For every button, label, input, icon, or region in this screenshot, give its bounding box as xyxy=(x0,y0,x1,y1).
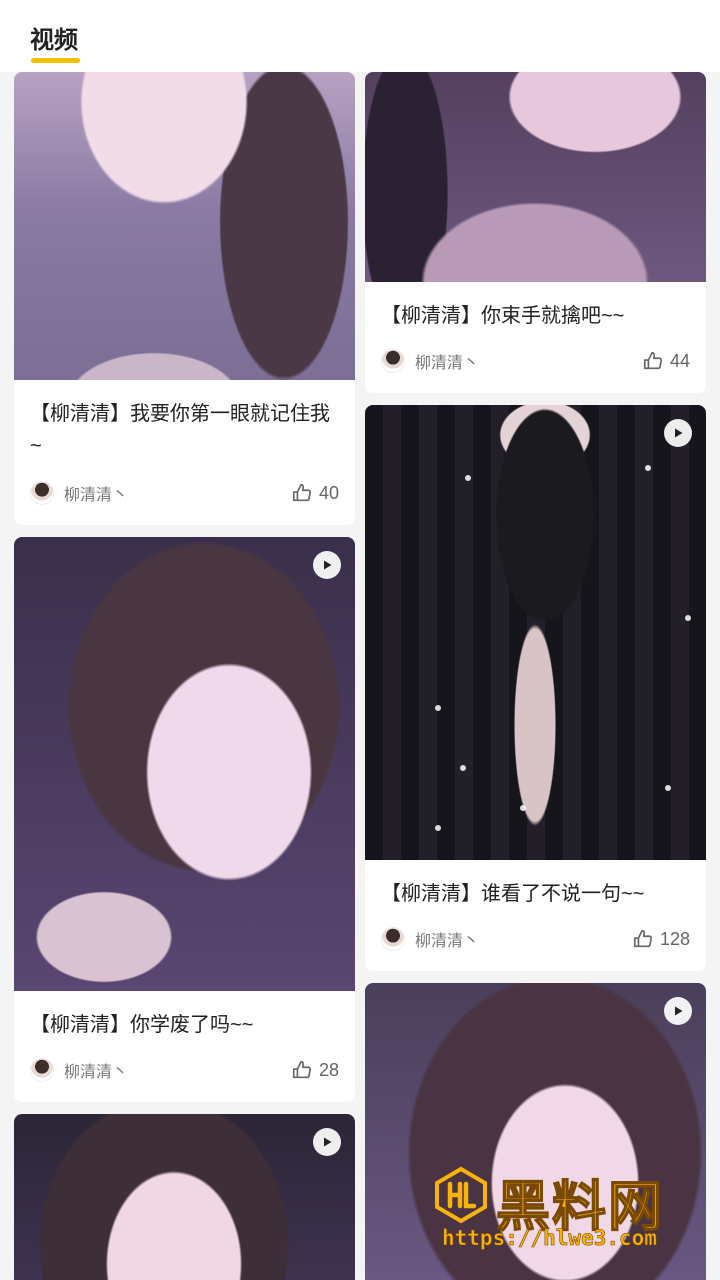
snow-particle xyxy=(520,805,526,811)
video-card[interactable]: 【柳清清】谁看了不说一句~~ 柳清清丶 128 xyxy=(365,405,706,971)
video-card[interactable]: 【柳清清】我要你第一眼就记住我~ 柳清清丶 40 xyxy=(14,72,355,525)
author-avatar[interactable] xyxy=(381,927,405,951)
video-thumbnail[interactable] xyxy=(365,72,706,282)
video-title[interactable]: 【柳清清】你束手就擒吧~~ xyxy=(381,300,692,332)
video-title[interactable]: 【柳清清】你学废了吗~~ xyxy=(30,1009,341,1041)
snow-particle xyxy=(435,825,441,831)
snow-particle xyxy=(465,475,471,481)
author-name[interactable]: 柳清清丶 xyxy=(415,927,632,951)
author-name[interactable]: 柳清清丶 xyxy=(415,349,642,373)
top-header: 视频 xyxy=(0,0,720,72)
play-icon[interactable] xyxy=(664,419,692,447)
like-count-value: 44 xyxy=(669,350,690,371)
video-card[interactable] xyxy=(14,1114,355,1280)
video-thumbnail[interactable] xyxy=(14,72,355,380)
watermark-url: https://hlwe3.com xyxy=(442,1226,658,1251)
video-title[interactable]: 【柳清清】谁看了不说一句~~ xyxy=(381,878,692,910)
author-avatar[interactable] xyxy=(30,481,54,505)
thumbs-up-icon xyxy=(292,483,311,502)
site-watermark: 黑料网 https://hlwe3.com xyxy=(432,1162,702,1258)
video-thumbnail[interactable] xyxy=(365,405,706,860)
tab-active-indicator xyxy=(31,58,80,63)
snow-particle xyxy=(685,615,691,621)
thumbs-up-icon xyxy=(633,929,652,948)
brand-logo-icon xyxy=(435,1166,487,1224)
like-count[interactable]: 44 xyxy=(642,350,690,372)
video-meta: 柳清清丶 128 xyxy=(381,924,690,954)
author-avatar[interactable] xyxy=(381,349,405,373)
snow-particle xyxy=(645,465,651,471)
video-thumbnail[interactable] xyxy=(14,1114,355,1280)
like-count-value: 128 xyxy=(659,928,690,949)
like-count[interactable]: 128 xyxy=(632,928,690,950)
thumbs-up-icon xyxy=(643,351,662,370)
like-count-value: 28 xyxy=(318,1059,339,1080)
like-count[interactable]: 28 xyxy=(291,1059,339,1081)
play-icon[interactable] xyxy=(313,551,341,579)
thumbs-up-icon xyxy=(292,1060,311,1079)
video-meta: 柳清清丶 40 xyxy=(30,478,339,508)
play-icon[interactable] xyxy=(664,997,692,1025)
video-title[interactable]: 【柳清清】我要你第一眼就记住我~ xyxy=(30,398,341,462)
video-meta: 柳清清丶 28 xyxy=(30,1055,339,1085)
video-thumbnail[interactable] xyxy=(14,537,355,991)
tab-videos[interactable]: 视频 xyxy=(30,20,78,55)
author-name[interactable]: 柳清清丶 xyxy=(64,1058,291,1082)
video-card[interactable]: 【柳清清】你学废了吗~~ 柳清清丶 28 xyxy=(14,537,355,1102)
like-count[interactable]: 40 xyxy=(291,482,339,504)
video-card[interactable]: 【柳清清】你束手就擒吧~~ 柳清清丶 44 xyxy=(365,72,706,393)
author-name[interactable]: 柳清清丶 xyxy=(64,481,291,505)
play-icon[interactable] xyxy=(313,1128,341,1156)
author-avatar[interactable] xyxy=(30,1058,54,1082)
snow-particle xyxy=(665,785,671,791)
snow-particle xyxy=(460,765,466,771)
video-meta: 柳清清丶 44 xyxy=(381,346,690,376)
snow-particle xyxy=(435,705,441,711)
like-count-value: 40 xyxy=(318,482,339,503)
